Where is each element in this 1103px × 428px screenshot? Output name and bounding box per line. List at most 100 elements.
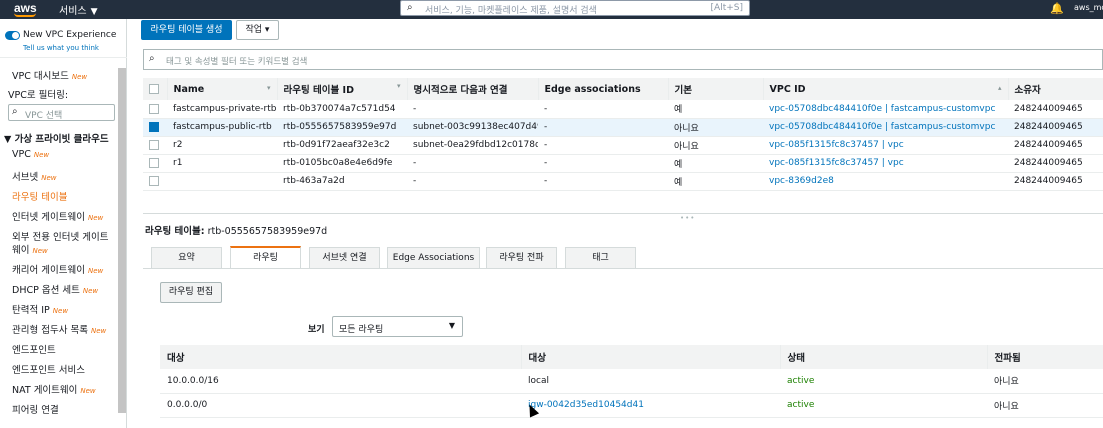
checkbox[interactable] <box>149 84 159 94</box>
sidebar-item-label: 인터넷 게이트웨이 <box>12 212 85 223</box>
sidebar-item-vpc[interactable]: VPC New <box>12 149 49 160</box>
sidebar-item-prefix-lists[interactable]: 관리형 접두사 목록 New <box>12 322 106 336</box>
new-badge: New <box>41 174 57 182</box>
tab-subnet-associations[interactable]: 서브넷 연결 <box>309 247 380 268</box>
table-row[interactable]: r2 rtb-0d91f72aeaf32e3c2 subnet-0ea29fdb… <box>143 136 1103 155</box>
tab-tags[interactable]: 태그 <box>565 247 636 268</box>
new-badge: New <box>90 327 107 335</box>
global-search-input[interactable]: ⌕ 서비스, 기능, 마켓플레이스 제품, 설명서 검색 [Alt+S] <box>400 0 750 16</box>
col-propagated: 전파됨 <box>987 345 1103 369</box>
cell-main: 예 <box>668 172 763 191</box>
bell-icon[interactable]: 🔔 <box>1050 2 1064 15</box>
sort-icon[interactable]: ▾ <box>397 82 401 90</box>
sidebar-divider <box>0 57 127 58</box>
cell-id: rtb-0d91f72aeaf32e3c2 <box>277 136 407 155</box>
sidebar-item-label: 관리형 접두사 목록 <box>12 325 88 336</box>
resize-grip-icon[interactable]: ••• <box>680 214 695 222</box>
col-edge-assoc[interactable]: Edge associations <box>538 78 669 100</box>
new-badge: New <box>80 387 96 395</box>
filter-search-input[interactable]: ⌕ 태그 및 속성별 필터 또는 키워드별 검색 <box>143 49 1103 70</box>
col-target: 대상 <box>521 345 781 369</box>
view-label: 보기 <box>308 325 325 335</box>
section-vpc-header[interactable]: ▼ 가상 프라이빗 클라우드 <box>4 131 109 145</box>
sort-icon[interactable]: ▾ <box>267 84 271 92</box>
table-row[interactable]: rtb-463a7a2d - - 예 vpc-8369d2e8 24824400… <box>143 172 1103 191</box>
table-row[interactable]: r1 rtb-0105bc0a8e4e6d9fe - - 예 vpc-085f1… <box>143 154 1103 173</box>
view-select[interactable]: 모든 라우팅 ▼ <box>332 316 463 337</box>
col-name[interactable]: Name ▾ <box>167 78 278 100</box>
new-badge: New <box>52 307 69 315</box>
sidebar-item-endpoints[interactable]: 엔드포인트 <box>12 342 56 356</box>
sidebar-item-egress-only-gateways[interactable]: 외부 전용 인터넷 게이트 <box>12 229 108 243</box>
new-vpc-toggle[interactable] <box>5 31 20 40</box>
create-route-table-button[interactable]: 라우팅 테이블 생성 <box>141 20 232 40</box>
cell-target-link[interactable]: igw-0042d35ed10454d41 <box>521 393 780 418</box>
select-all-checkbox[interactable] <box>143 78 168 100</box>
cell-explicit: - <box>407 100 538 119</box>
cell-vpc-link[interactable]: vpc-8369d2e8 <box>763 172 1008 191</box>
row-checkbox[interactable] <box>149 121 159 132</box>
sidebar-item-subnets[interactable]: 서브넷 New <box>12 169 57 183</box>
cell-vpc-link[interactable]: vpc-05708dbc484410f0e | fastcampus-custo… <box>763 118 1008 137</box>
feedback-link[interactable]: Tell us what you think <box>23 44 99 52</box>
search-icon: ⌕ <box>12 106 18 117</box>
cell-destination: 10.0.0.0/16 <box>160 369 521 394</box>
table-row-selected[interactable]: fastcampus-public-rtb rtb-0555657583959e… <box>143 118 1103 137</box>
sidebar-item-dhcp-options[interactable]: DHCP 옵션 세트 New <box>12 282 98 296</box>
sidebar-item-endpoint-services[interactable]: 엔드포인트 서비스 <box>12 362 85 376</box>
sort-up-icon[interactable]: ▴ <box>998 84 1002 92</box>
tab-edge-associations[interactable]: Edge Associations <box>387 247 480 268</box>
col-main[interactable]: 기본 <box>668 78 764 100</box>
sidebar-item-label: 서브넷 <box>12 172 39 183</box>
cell-vpc-link[interactable]: vpc-05708dbc484410f0e | fastcampus-custo… <box>763 100 1008 119</box>
sidebar-item-egress-only-gateways-line2[interactable]: 웨이 New <box>12 242 48 256</box>
tab-routes[interactable]: 라우팅 <box>230 246 301 268</box>
cell-vpc-link[interactable]: vpc-085f1315fc8c37457 | vpc <box>763 154 1008 173</box>
panel-splitter[interactable] <box>143 213 1103 217</box>
tab-summary[interactable]: 요약 <box>151 247 222 268</box>
row-checkbox[interactable] <box>149 139 159 150</box>
new-vpc-label: New VPC Experience <box>23 30 117 40</box>
edit-routes-button[interactable]: 라우팅 편집 <box>160 282 222 303</box>
sidebar-item-carrier-gateways[interactable]: 캐리어 게이트웨이 New <box>12 262 103 276</box>
column-label: Name <box>173 83 205 95</box>
sidebar-item-label: DHCP 옵션 세트 <box>12 285 80 296</box>
sidebar-item-label: NAT 게이트웨이 <box>12 385 78 396</box>
vpc-filter-input[interactable]: ⌕ VPC 선택 <box>8 104 115 121</box>
sidebar-item-peering[interactable]: 피어링 연결 <box>12 402 59 416</box>
table-header-row: Name ▾ 라우팅 테이블 ID ▾ 명시적으로 다음과 연결 Edge asso… <box>143 78 1103 100</box>
cell-owner: 248244009465 <box>1008 100 1103 119</box>
sidebar-item-dashboard[interactable]: VPC 대시보드 New <box>12 68 87 82</box>
sidebar-item-nat-gateways[interactable]: NAT 게이트웨이 New <box>12 382 96 396</box>
search-icon: ⌕ <box>149 53 155 64</box>
sidebar-item-elastic-ip[interactable]: 탄력적 IP New <box>12 302 68 316</box>
cell-name: r1 <box>167 154 277 173</box>
cell-name: fastcampus-private-rtb <box>167 100 277 119</box>
cell-edge: - <box>538 136 668 155</box>
vpc-filter-placeholder: VPC 선택 <box>25 111 63 121</box>
cell-edge: - <box>538 100 668 119</box>
sidebar: New VPC Experience Tell us what you thin… <box>0 19 127 428</box>
col-explicit-assoc[interactable]: 명시적으로 다음과 연결 <box>407 78 539 100</box>
row-checkbox[interactable] <box>149 103 159 114</box>
search-shortcut: [Alt+S] <box>710 3 743 13</box>
col-route-table-id[interactable]: 라우팅 테이블 ID ▾ <box>277 78 408 100</box>
col-owner[interactable]: 소유자 <box>1008 78 1103 100</box>
cell-main: 아니요 <box>668 136 763 155</box>
table-row[interactable]: fastcampus-private-rtb rtb-0b370074a7c57… <box>143 100 1103 119</box>
cell-vpc-link[interactable]: vpc-085f1315fc8c37457 | vpc <box>763 136 1008 155</box>
account-menu[interactable]: aws_mo <box>1074 3 1103 12</box>
sidebar-scrollbar[interactable] <box>118 68 126 413</box>
sidebar-item-internet-gateways[interactable]: 인터넷 게이트웨이 New <box>12 209 103 223</box>
filter-placeholder: 태그 및 속성별 필터 또는 키워드별 검색 <box>166 57 308 67</box>
services-menu[interactable]: 서비스 ▼ <box>59 2 98 17</box>
new-badge: New <box>32 247 48 255</box>
actions-dropdown-button[interactable]: 작업 ▾ <box>236 20 279 40</box>
cell-name: fastcampus-public-rtb <box>167 118 277 137</box>
row-checkbox[interactable] <box>149 175 159 186</box>
row-checkbox[interactable] <box>149 157 159 168</box>
col-vpc-id[interactable]: VPC ID ▴ <box>763 78 1009 100</box>
tab-route-propagation[interactable]: 라우팅 전파 <box>486 247 557 268</box>
sidebar-item-route-tables[interactable]: 라우팅 테이블 <box>12 189 67 203</box>
cell-owner: 248244009465 <box>1008 118 1103 137</box>
